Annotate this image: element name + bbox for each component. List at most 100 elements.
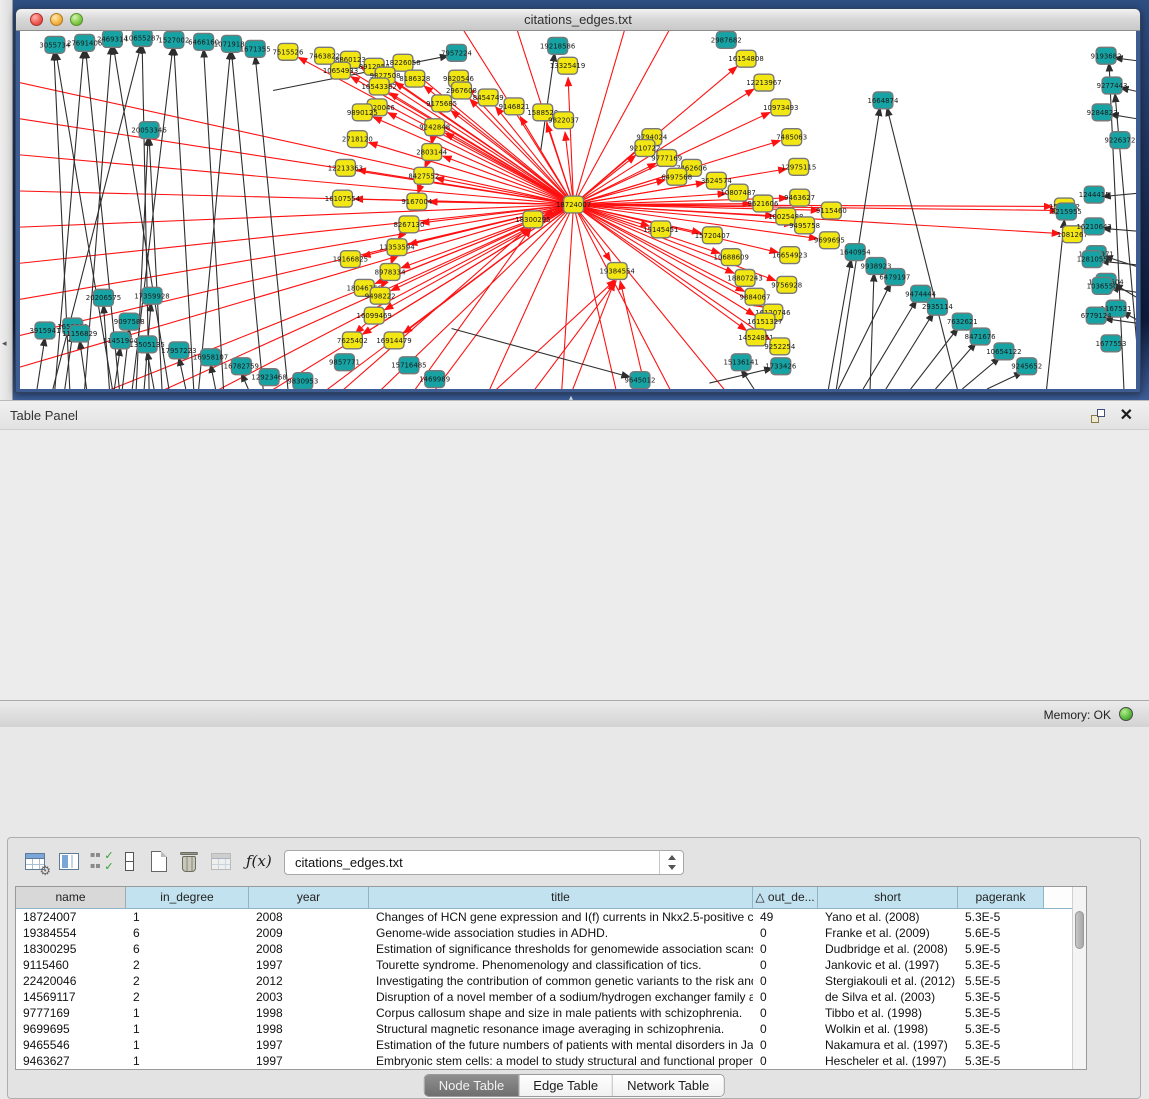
close-panel-icon[interactable]: ✕: [1120, 405, 1133, 425]
table-cell[interactable]: 1: [126, 1021, 249, 1037]
left-panel-strip[interactable]: ◂: [0, 0, 13, 400]
table-cell[interactable]: Yano et al. (2008): [818, 909, 958, 925]
table-row[interactable]: 1872400712008Changes of HCN gene express…: [16, 909, 1086, 925]
network-edge[interactable]: [521, 281, 616, 389]
network-node[interactable]: 15145451: [643, 221, 678, 238]
table-cell[interactable]: 9115460: [16, 957, 126, 973]
network-node[interactable]: 18807243: [727, 270, 762, 287]
new-table-button[interactable]: [146, 849, 172, 875]
network-node[interactable]: 9699695: [814, 232, 845, 249]
network-node[interactable]: 19166825: [333, 251, 368, 268]
table-cell[interactable]: 5.3E-5: [958, 989, 1044, 1005]
network-edge[interactable]: [37, 337, 45, 389]
network-canvas[interactable]: 1872400718300295193845541514545116154808…: [20, 31, 1136, 389]
network-node[interactable]: 1664874: [867, 92, 898, 109]
table-cell[interactable]: Embryonic stem cells: a model to study s…: [369, 1053, 753, 1069]
network-edge[interactable]: [255, 56, 288, 389]
network-node[interactable]: 8186328: [399, 70, 430, 87]
float-panel-icon[interactable]: [1091, 409, 1105, 423]
network-node[interactable]: 12923468: [251, 369, 286, 386]
table-cell[interactable]: 1998: [249, 1005, 369, 1021]
table-cell[interactable]: Estimation of the future numbers of pati…: [369, 1037, 753, 1053]
network-node[interactable]: 9245652: [1011, 358, 1042, 375]
network-node[interactable]: 1733426: [765, 358, 796, 375]
network-node[interactable]: 16154808: [728, 50, 763, 67]
table-cell[interactable]: 1: [126, 909, 249, 925]
table-cell[interactable]: 5.3E-5: [958, 1053, 1044, 1069]
vertical-scrollbar[interactable]: [1072, 887, 1086, 1069]
network-edge[interactable]: [179, 357, 186, 389]
network-node[interactable]: 9167004: [401, 193, 432, 210]
network-node[interactable]: 1527002: [158, 31, 189, 48]
table-cell[interactable]: Investigating the contribution of common…: [369, 973, 753, 989]
network-node[interactable]: 16654923: [772, 247, 807, 264]
network-node[interactable]: 16107554: [325, 190, 361, 207]
network-node[interactable]: 8267130: [393, 216, 424, 233]
table-cell[interactable]: 5.3E-5: [958, 957, 1044, 973]
table-row[interactable]: 969969511998Structural magnetic resonanc…: [16, 1021, 1086, 1037]
network-node[interactable]: 12213967: [746, 74, 781, 91]
table-cell[interactable]: 9465546: [16, 1037, 126, 1053]
table-row[interactable]: 946362711997Embryonic stem cells: a mode…: [16, 1053, 1086, 1069]
table-row[interactable]: 946554611997Estimation of the future num…: [16, 1037, 1086, 1053]
network-node[interactable]: 9226372: [1105, 132, 1136, 149]
table-cell[interactable]: 2012: [249, 973, 369, 989]
table-cell[interactable]: 1: [126, 1005, 249, 1021]
table-cell[interactable]: Jankovic et al. (1997): [818, 957, 958, 973]
network-node[interactable]: 16099469: [357, 307, 392, 324]
function-builder-button[interactable]: ƒ(x): [246, 852, 272, 870]
table-cell[interactable]: Nakamura et al. (1997): [818, 1037, 958, 1053]
table-cell[interactable]: 0: [753, 925, 818, 941]
table-cell[interactable]: 0: [753, 989, 818, 1005]
table-cell[interactable]: 5.3E-5: [958, 1005, 1044, 1021]
column-header-out_de[interactable]: △ out_de...: [753, 887, 818, 908]
table-cell[interactable]: 2: [126, 973, 249, 989]
delete-table-button[interactable]: [176, 849, 202, 875]
table-row[interactable]: 977716911998Corpus callosum shape and si…: [16, 1005, 1086, 1021]
table-cell[interactable]: 22420046: [16, 973, 126, 989]
network-edge[interactable]: [886, 313, 934, 389]
memory-status-indicator[interactable]: [1119, 707, 1133, 721]
tab-node-table[interactable]: Node Table: [425, 1075, 520, 1096]
network-node[interactable]: 2987682: [711, 31, 742, 48]
column-header-year[interactable]: year: [249, 887, 369, 908]
table-cell[interactable]: 6: [126, 925, 249, 941]
network-node[interactable]: 9277443: [1097, 77, 1128, 94]
table-cell[interactable]: Franke et al. (2009): [818, 925, 958, 941]
table-row[interactable]: 911546021997Tourette syndrome. Phenomeno…: [16, 957, 1086, 973]
network-node[interactable]: 12213363: [328, 159, 363, 176]
network-node[interactable]: 20053346: [131, 122, 166, 139]
column-header-in_degree[interactable]: in_degree: [126, 887, 249, 908]
network-edge[interactable]: [1047, 219, 1065, 389]
network-node[interactable]: 19218586: [540, 37, 575, 54]
table-cell[interactable]: Structural magnetic resonance image aver…: [369, 1021, 753, 1037]
network-node[interactable]: 9193682: [1091, 47, 1122, 64]
column-header-name[interactable]: name: [16, 887, 126, 908]
table-cell[interactable]: 0: [753, 1037, 818, 1053]
table-cell[interactable]: 2008: [249, 941, 369, 957]
table-cell[interactable]: 0: [753, 973, 818, 989]
table-cell[interactable]: 5.3E-5: [958, 1037, 1044, 1053]
network-node[interactable]: 8978334: [375, 264, 406, 281]
table-cell[interactable]: 9777169: [16, 1005, 126, 1021]
column-checklist-button[interactable]: ▪▪ ✓ ▪▪ ✓: [88, 849, 114, 875]
table-cell[interactable]: 2003: [249, 989, 369, 1005]
table-cell[interactable]: Changes of HCN gene expression and I(f) …: [369, 909, 753, 925]
network-window[interactable]: citations_edges.txt 18724007183002951938…: [15, 8, 1141, 393]
table-cell[interactable]: Estimation of significance thresholds fo…: [369, 941, 753, 957]
table-row[interactable]: 1456911722003Disruption of a novel membe…: [16, 989, 1086, 1005]
table-cell[interactable]: 49: [753, 909, 818, 925]
network-node[interactable]: 7485063: [776, 129, 807, 146]
table-cell[interactable]: 1: [126, 1053, 249, 1069]
table-cell[interactable]: de Silva et al. (2003): [818, 989, 958, 1005]
table-row[interactable]: 1830029562008Estimation of significance …: [16, 941, 1086, 957]
table-cell[interactable]: 0: [753, 1053, 818, 1069]
table-cell[interactable]: 9699695: [16, 1021, 126, 1037]
table-cell[interactable]: Corpus callosum shape and size in male p…: [369, 1005, 753, 1021]
scrollbar-thumb[interactable]: [1075, 911, 1084, 949]
network-node[interactable]: 9830953: [287, 373, 318, 389]
table-cell[interactable]: 9463627: [16, 1053, 126, 1069]
network-node[interactable]: 1469989: [419, 371, 450, 388]
table-cell[interactable]: 0: [753, 1021, 818, 1037]
table-cell[interactable]: 5.3E-5: [958, 909, 1044, 925]
